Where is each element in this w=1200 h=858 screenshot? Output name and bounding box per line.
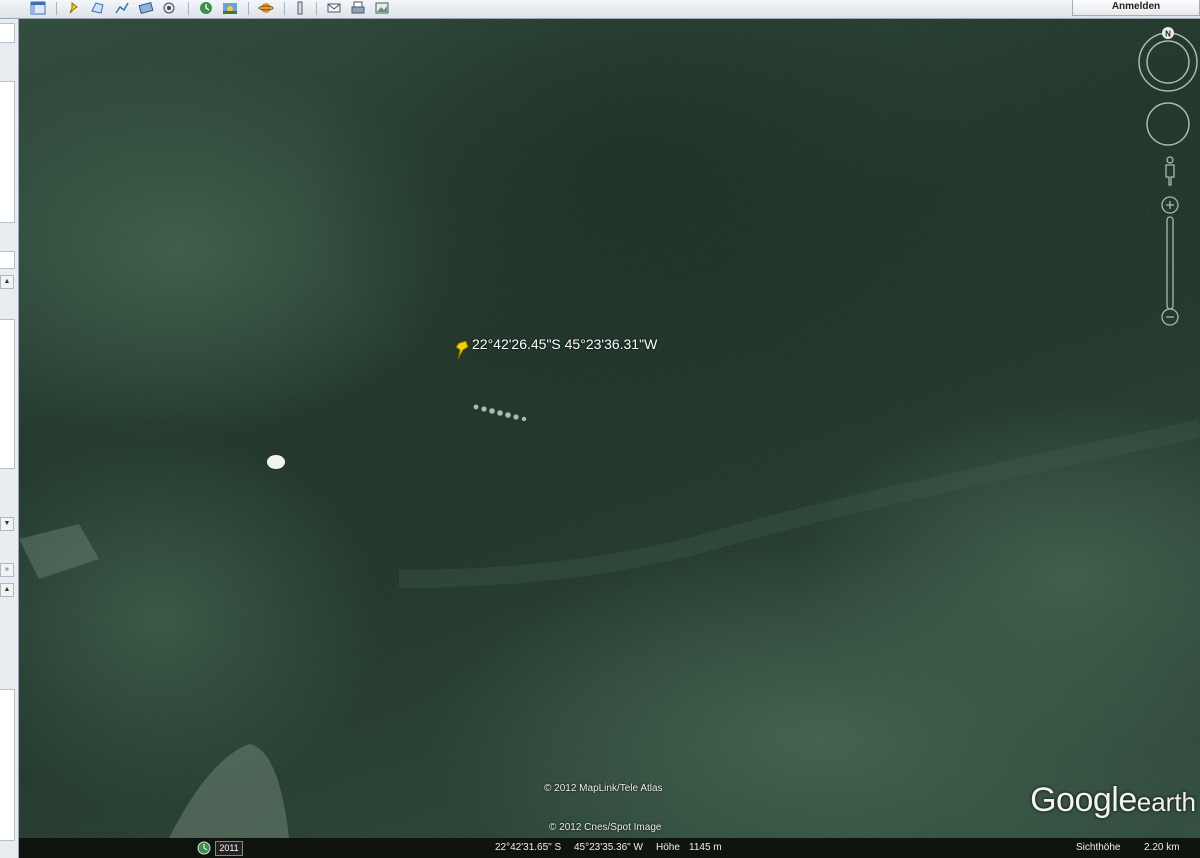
search-panel-edge[interactable] bbox=[0, 23, 15, 43]
sidebar: ▲ ▼ » ▲ bbox=[0, 19, 19, 858]
eye-altitude-label: Sichthöhe bbox=[1076, 842, 1121, 853]
scroll-down-arrow-icon[interactable]: ▼ bbox=[0, 517, 14, 531]
search-results-panel bbox=[0, 81, 15, 223]
places-list-panel bbox=[0, 319, 15, 469]
ruler-icon[interactable] bbox=[290, 0, 310, 16]
toolbar-divider bbox=[188, 2, 189, 15]
placemark-pin-icon[interactable] bbox=[452, 339, 472, 365]
places-panel-edge[interactable] bbox=[0, 251, 15, 269]
historical-imagery-icon[interactable] bbox=[196, 0, 216, 16]
elevation-value: 1145 m bbox=[689, 842, 722, 853]
path-icon[interactable] bbox=[112, 0, 132, 16]
street-view-pegman-icon[interactable] bbox=[1165, 156, 1175, 186]
zoom-slider[interactable] bbox=[1161, 196, 1179, 326]
copyright-maplink: © 2012 MapLink/Tele Atlas bbox=[544, 783, 663, 794]
navigation-controls: N bbox=[1138, 27, 1198, 326]
compass-north-label: N bbox=[1165, 30, 1171, 39]
sunlight-icon[interactable] bbox=[220, 0, 240, 16]
google-earth-logo: Googleearth bbox=[1030, 781, 1196, 820]
save-image-icon[interactable] bbox=[372, 0, 392, 16]
toolbar-divider bbox=[284, 2, 285, 15]
imagery-date-button[interactable]: 2011 bbox=[215, 841, 243, 856]
logo-earth-text: earth bbox=[1136, 787, 1196, 817]
signin-button[interactable]: Anmelden bbox=[1072, 0, 1200, 16]
polygon-icon[interactable] bbox=[88, 0, 108, 16]
historical-imagery-clock-icon[interactable] bbox=[197, 841, 211, 855]
toolbar-divider bbox=[56, 2, 57, 15]
look-joystick-icon[interactable] bbox=[1146, 102, 1190, 146]
logo-google-text: Google bbox=[1030, 781, 1137, 819]
status-bar: 2011 22°42'31.65" S 45°23'35.36" W Höhe … bbox=[19, 838, 1200, 858]
layers-scroll-up-icon[interactable]: ▲ bbox=[0, 583, 14, 597]
layers-panel bbox=[0, 689, 15, 841]
toolbar: Anmelden bbox=[0, 0, 1200, 19]
toolbar-divider bbox=[248, 2, 249, 15]
planets-icon[interactable] bbox=[256, 0, 276, 16]
map-view[interactable]: 22°42'26.45"S 45°23'36.31"W N © 2012 Map… bbox=[19, 19, 1200, 838]
sidebar-toggle-icon[interactable] bbox=[28, 0, 48, 16]
placemark-label[interactable]: 22°42'26.45"S 45°23'36.31"W bbox=[472, 336, 657, 352]
image-overlay-icon[interactable] bbox=[136, 0, 156, 16]
cursor-latitude: 22°42'31.65" S bbox=[495, 842, 562, 853]
satellite-imagery bbox=[19, 19, 1200, 838]
cursor-longitude: 45°23'35.36" W bbox=[574, 842, 643, 853]
eye-altitude-value: 2.20 km bbox=[1144, 842, 1180, 853]
copyright-cnes: © 2012 Cnes/Spot Image bbox=[549, 822, 662, 833]
record-tour-icon[interactable] bbox=[160, 0, 180, 16]
email-icon[interactable] bbox=[324, 0, 344, 16]
expand-panel-icon[interactable]: » bbox=[0, 563, 14, 577]
scroll-up-arrow-icon[interactable]: ▲ bbox=[0, 275, 14, 289]
print-icon[interactable] bbox=[348, 0, 368, 16]
placemark-icon[interactable] bbox=[64, 0, 84, 16]
elevation-label: Höhe bbox=[656, 842, 680, 853]
toolbar-divider bbox=[316, 2, 317, 15]
